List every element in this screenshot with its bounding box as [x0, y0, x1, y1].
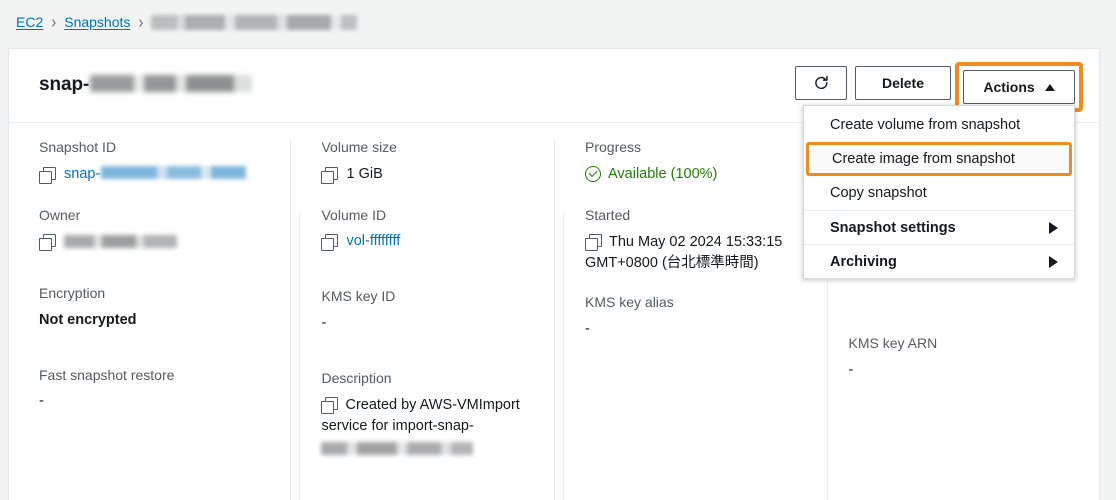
fast-snapshot-restore-value: -	[39, 393, 44, 410]
menu-item-copy-snapshot[interactable]: Copy snapshot	[804, 176, 1074, 210]
description-value-redacted	[321, 442, 474, 456]
field-kms-key-id: KMS key ID -	[321, 288, 530, 334]
copy-icon[interactable]	[321, 234, 339, 252]
menu-item-label: Snapshot settings	[830, 219, 956, 236]
refresh-button[interactable]	[795, 66, 847, 100]
field-description: Description Created by AWS-VMImport serv…	[321, 370, 530, 463]
menu-item-create-volume-from-snapshot[interactable]: Create volume from snapshot	[804, 108, 1074, 142]
field-fast-snapshot-restore: Fast snapshot restore -	[39, 367, 266, 413]
field-kms-key-arn: KMS key ARN -	[849, 335, 1075, 381]
breadcrumb-separator-icon: ›	[51, 12, 57, 32]
menu-item-label: Create volume from snapshot	[830, 117, 1021, 133]
field-label: KMS key alias	[585, 294, 674, 311]
snapshot-id-redacted	[101, 165, 247, 179]
snapshot-id-value[interactable]: snap-	[64, 164, 247, 185]
delete-button[interactable]: Delete	[855, 66, 951, 100]
field-label: Snapshot ID	[39, 139, 117, 155]
field-label: Encryption	[39, 285, 106, 302]
detail-column-1: Snapshot ID snap- Owner Encryption Not e…	[9, 139, 290, 500]
snapshot-id-prefix: snap-	[64, 165, 101, 182]
started-value: Thu May 02 2024 15:33:15 GMT+0800 (台北標準時…	[585, 234, 783, 272]
description-value: Created by AWS-VMImport service for impo…	[321, 397, 520, 435]
breadcrumb-item-current-redacted	[151, 14, 358, 30]
page-title: snap-	[39, 73, 253, 96]
menu-item-label: Archiving	[830, 253, 897, 270]
progress-value: Available (100%)	[608, 165, 718, 182]
actions-button[interactable]: Actions	[963, 70, 1075, 104]
field-label: Volume size	[321, 139, 397, 155]
field-label: Volume ID	[321, 206, 387, 223]
field-label: KMS key ARN	[848, 335, 938, 351]
field-value: Thu May 02 2024 15:33:15 GMT+0800 (台北標準時…	[585, 231, 794, 274]
owner-value-redacted	[64, 235, 177, 249]
breadcrumb-item-snapshots[interactable]: Snapshots	[64, 14, 130, 30]
field-encryption: Encryption Not encrypted	[39, 285, 266, 331]
field-kms-key-alias: KMS key alias -	[585, 294, 794, 340]
header-button-group: Delete Actions	[795, 62, 1083, 112]
breadcrumb-item-ec2[interactable]: EC2	[16, 14, 43, 30]
kms-key-arn-value: -	[848, 361, 854, 378]
menu-item-label: Copy snapshot	[830, 185, 927, 201]
field-value: Available (100%)	[585, 164, 794, 185]
field-label: KMS key ID	[321, 288, 396, 305]
page-title-redacted	[90, 75, 253, 92]
copy-icon[interactable]	[321, 166, 339, 184]
detail-column-2: Volume size 1 GiB Volume ID vol-ffffffff…	[290, 139, 554, 500]
chevron-right-icon	[1049, 221, 1058, 234]
breadcrumb-separator-icon: ›	[138, 12, 144, 32]
field-value: vol-ffffffff	[321, 231, 530, 252]
field-label: Owner	[39, 206, 81, 223]
volume-id-value[interactable]: vol-ffffffff	[346, 231, 400, 252]
actions-button-label: Actions	[983, 79, 1035, 95]
menu-item-label: Create image from snapshot	[832, 151, 1015, 167]
field-value	[39, 231, 266, 252]
field-started: Started Thu May 02 2024 15:33:15 GMT+080…	[585, 207, 794, 275]
menu-item-snapshot-settings[interactable]: Snapshot settings	[804, 210, 1074, 244]
field-owner: Owner	[39, 206, 266, 252]
field-label: Fast snapshot restore	[39, 366, 175, 383]
kms-key-id-value: -	[321, 314, 327, 331]
status-badge: Available (100%)	[585, 164, 717, 185]
menu-item-archiving[interactable]: Archiving	[804, 244, 1074, 278]
field-progress: Progress Available (100%)	[585, 139, 794, 185]
kms-key-alias-value: -	[585, 320, 590, 337]
copy-icon[interactable]	[39, 166, 56, 184]
actions-dropdown-menu: Create volume from snapshot Create image…	[803, 105, 1075, 279]
copy-icon[interactable]	[321, 397, 339, 415]
encryption-value: Not encrypted	[39, 311, 137, 328]
detail-column-3: Progress Available (100%) Started Thu Ma…	[554, 139, 818, 500]
volume-size-value: 1 GiB	[346, 165, 383, 182]
field-volume-id: Volume ID vol-ffffffff	[321, 207, 530, 253]
field-label: Progress	[585, 139, 642, 155]
field-snapshot-id: Snapshot ID snap-	[39, 139, 266, 185]
caret-up-icon	[1044, 83, 1055, 91]
check-circle-icon	[585, 166, 601, 182]
field-volume-size: Volume size 1 GiB	[321, 139, 530, 185]
refresh-icon	[814, 75, 828, 89]
chevron-right-icon	[1049, 255, 1058, 268]
field-value: snap-	[39, 164, 266, 185]
field-value: 1 GiB	[321, 164, 530, 185]
copy-icon[interactable]	[585, 234, 602, 252]
breadcrumb: EC2 › Snapshots ›	[16, 12, 358, 32]
field-label: Description	[321, 369, 392, 386]
field-label: Started	[585, 206, 631, 223]
copy-icon[interactable]	[39, 234, 56, 252]
page-title-prefix: snap-	[39, 74, 90, 95]
field-value: Created by AWS-VMImport service for impo…	[321, 394, 530, 462]
menu-item-create-image-from-snapshot[interactable]: Create image from snapshot	[806, 142, 1072, 176]
